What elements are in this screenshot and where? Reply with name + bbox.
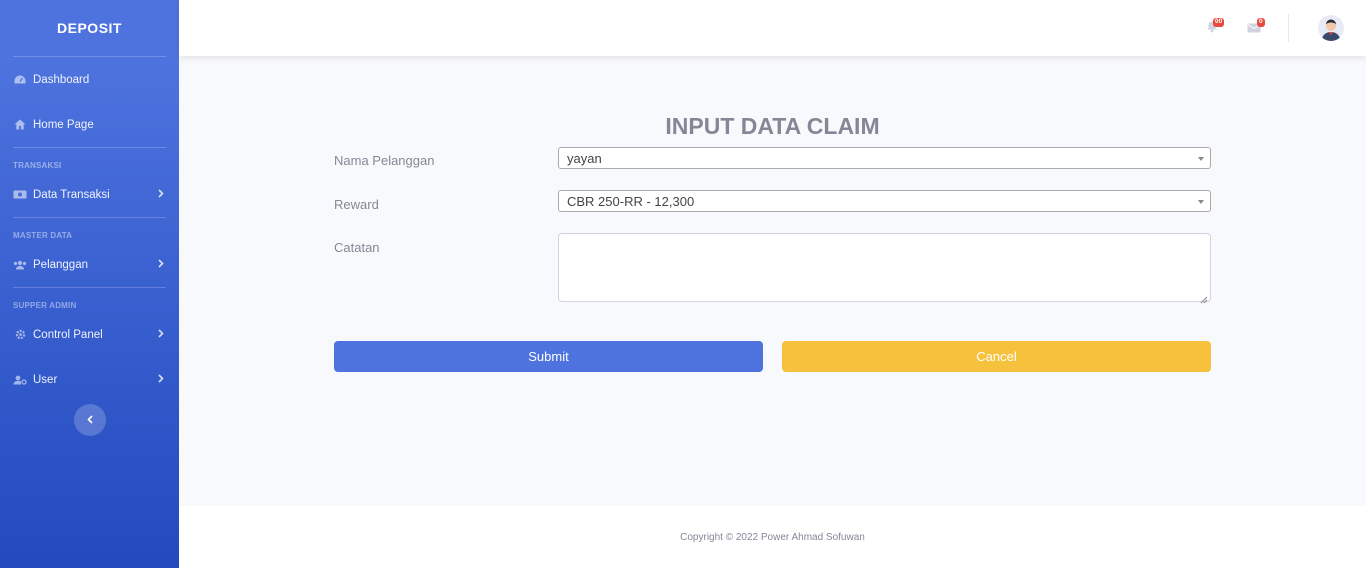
sidebar-item-label: Pelanggan [33,258,88,271]
caret-down-icon [1198,157,1204,161]
chevron-left-icon [87,411,93,429]
cancel-button[interactable]: Cancel [782,341,1211,372]
sidebar-item-label: Data Transaksi [33,188,110,201]
alerts-button[interactable]: 00 [1206,18,1225,34]
reward-select[interactable]: CBR 250-RR - 12,300 [558,190,1211,212]
messages-counter-badge: 0 [1257,18,1265,27]
chevron-right-icon [158,258,164,271]
copyright-text: Copyright © 2022 Power Ahmad Sofuwan [680,531,865,543]
user-avatar[interactable] [1318,15,1344,41]
nama-pelanggan-value: yayan [567,151,602,166]
sidebar-item-control-panel[interactable]: Control Panel [0,312,179,357]
sidebar-item-user[interactable]: User [0,357,179,402]
caret-down-icon [1198,200,1204,204]
submit-button[interactable]: Submit [334,341,763,372]
sidebar-item-pelanggan[interactable]: Pelanggan [0,242,179,287]
sidebar-item-home[interactable]: Home Page [0,102,179,147]
sidebar-item-label: Dashboard [33,73,90,86]
home-icon [13,119,27,131]
sidebar-heading-admin: SUPPER ADMIN [13,301,77,310]
sidebar-item-label: Home Page [33,118,94,131]
brand-title[interactable]: DEPOSIT [0,0,179,56]
cog-icon [13,329,27,341]
catatan-textarea[interactable] [558,233,1211,304]
users-icon [13,259,27,271]
sidebar-item-data-transaksi[interactable]: Data Transaksi [0,172,179,217]
sidebar-item-label: User [33,373,58,386]
sidebar-item-dashboard[interactable]: Dashboard [0,57,179,102]
topbar-divider [1288,14,1289,42]
page-title: INPUT DATA CLAIM [665,113,880,139]
resize-grip-icon[interactable] [1200,291,1208,304]
sidebar: DEPOSIT Dashboard Home Page TRANSAKSI Da… [0,0,179,568]
nama-pelanggan-select[interactable]: yayan [558,147,1211,169]
chevron-right-icon [158,328,164,341]
nama-pelanggan-label: Nama Pelanggan [334,153,435,168]
sidebar-heading-transaksi: TRANSAKSI [13,161,62,170]
money-bill-icon [13,189,27,201]
sidebar-heading-master: MASTER DATA [13,231,73,240]
alerts-counter-badge: 00 [1213,18,1225,27]
chevron-right-icon [158,188,164,201]
footer: Copyright © 2022 Power Ahmad Sofuwan [179,506,1366,568]
reward-value: CBR 250-RR - 12,300 [567,194,695,209]
reward-label: Reward [334,197,379,212]
sidebar-item-label: Control Panel [33,328,103,341]
tachometer-icon [13,74,27,86]
user-cog-icon [13,374,27,386]
catatan-label: Catatan [334,240,380,255]
messages-button[interactable]: 0 [1247,18,1265,34]
sidebar-toggle-button[interactable] [74,404,106,436]
chevron-right-icon [158,373,164,386]
topbar: 00 0 [179,0,1366,56]
